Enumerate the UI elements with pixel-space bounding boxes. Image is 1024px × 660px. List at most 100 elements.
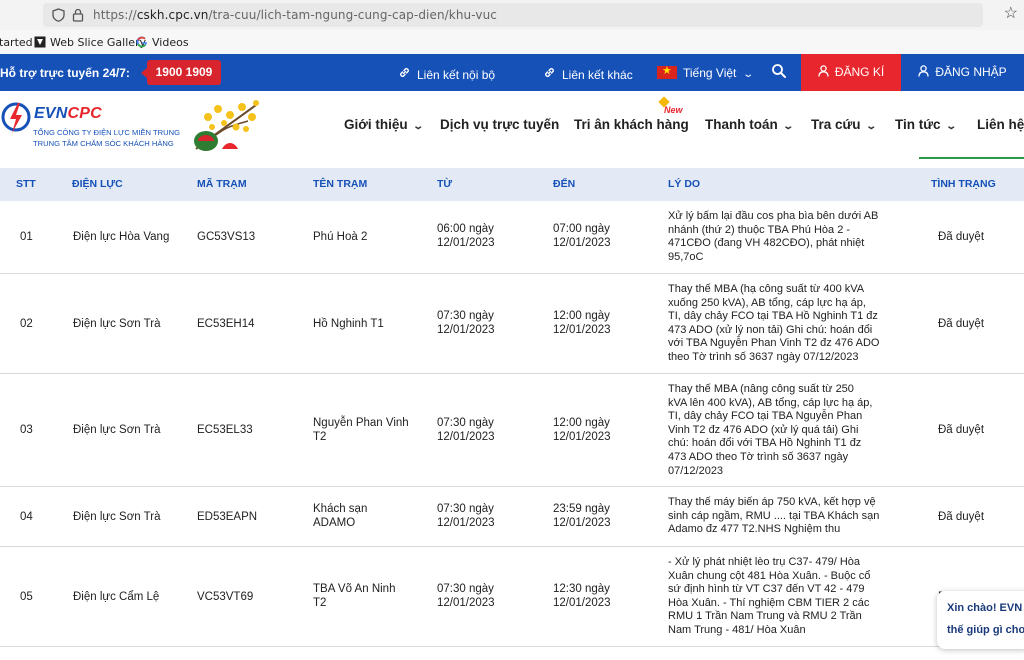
cell-den-time: 07:00 ngày [553, 223, 610, 235]
brand-subtitle-2: TRUNG TÂM CHĂM SÓC KHÁCH HÀNG [33, 139, 174, 148]
ly-do-line: - Xử lý phát nhiệt lèo trụ C37- 479/ Hòa [668, 556, 861, 568]
col-tinh-trang: TÌNH TRẠNG [931, 178, 996, 190]
evn-logo-icon[interactable] [0, 97, 32, 139]
ly-do-line: Adamo đz 477 T2.NHS Nghiệm thu [668, 523, 841, 536]
ly-do-line: RMU 1 Trần Nam Trung và RMU 2 Trần [668, 610, 862, 623]
cell-tu: 07:30 ngày 12/01/2023 [437, 310, 495, 337]
ly-do-line: theo Tờ trình số 3637 ngày 07/12/2023 [668, 350, 859, 363]
web-slice-icon [34, 36, 46, 48]
link-icon [543, 66, 556, 82]
google-icon [136, 36, 148, 48]
ly-do-line: Hòa Xuân. - Thí nghiệm CBM TIER 2 các [668, 596, 870, 609]
top-utility-bar: Hỗ trợ trực tuyến 24/7: 1900 1909 Liên k… [0, 54, 1024, 91]
ly-do-line: xuống 250 kVA), AB tổng, cáp lực hạ áp, [668, 296, 866, 309]
user-icon [818, 54, 829, 91]
cell-ten-tram: Nguyễn Phan Vinh T2 [313, 417, 409, 444]
cell-den-date: 12/01/2023 [553, 516, 611, 529]
cell-stt: 04 [20, 510, 33, 523]
table-row: 04 Điện lực Sơn Trà ED53EAPN Khách sạn AD… [0, 487, 1024, 547]
nav-gioi-thieu[interactable]: Giới thiệu ⌄ [344, 117, 424, 132]
cell-den-time: 12:30 ngày [553, 583, 610, 595]
bookmark-item[interactable]: Videos [136, 36, 189, 49]
col-ten-tram: TÊN TRẠM [313, 178, 368, 190]
cell-tu: 07:30 ngày 12/01/2023 [437, 503, 495, 530]
ly-do-line: 95,7oC [668, 250, 704, 263]
nav-tra-cuu[interactable]: Tra cứu ⌄ [811, 117, 877, 132]
cell-den: 12:00 ngày 12/01/2023 [553, 417, 611, 444]
cell-ma-tram: EC53EH14 [197, 317, 255, 330]
language-selector[interactable]: Tiếng Việt ⌄ [657, 64, 754, 80]
active-nav-underline [919, 157, 1024, 159]
cell-den-date: 12/01/2023 [553, 236, 611, 249]
chevron-down-icon: ⌄ [411, 121, 424, 132]
link-icon [398, 66, 411, 82]
chevron-down-icon: ⌄ [782, 121, 794, 132]
col-den: ĐẾN [553, 178, 576, 190]
hotline-label: Hỗ trợ trực tuyến 24/7: [0, 66, 130, 80]
bookmark-item[interactable]: tarted [0, 36, 33, 49]
nav-tri-an-khach-hang[interactable]: Tri ân khách hàng [574, 117, 689, 132]
vietnam-flag-icon [657, 64, 677, 79]
nav-tin-tuc[interactable]: Tin tức ⌄ [895, 117, 957, 132]
cell-dien-luc: Điện lực Sơn Trà [73, 317, 161, 330]
other-links-menu[interactable]: Liên kết khác [543, 66, 633, 82]
brand-name[interactable]: EVNCPC [34, 105, 102, 123]
col-dien-luc: ĐIỆN LỰC [72, 178, 123, 190]
nav-label: Liên hệ [977, 117, 1024, 132]
cell-den: 12:00 ngày 12/01/2023 [553, 310, 611, 337]
lock-icon[interactable] [71, 8, 85, 22]
chat-greeting-line-1: Xin chào! EVN [947, 602, 1023, 614]
site-header: EVNCPC TỔNG CÔNG TY ĐIỆN LỰC MIỀN TRUNG … [0, 91, 1024, 159]
url-host: cskh.cpc.vn [136, 8, 209, 22]
bookmark-label: Web Slice Gallery [50, 36, 147, 49]
nav-label: Thanh toán [705, 117, 778, 132]
ly-do-line: với TBA Nguyễn Phan Vinh T2 đz 476 ADO [668, 337, 880, 350]
col-tu: TỪ [437, 178, 453, 190]
url-path: /tra-cuu/lich-tam-ngung-cung-cap-dien/kh… [208, 8, 497, 22]
cell-tu-time: 07:30 ngày [437, 503, 494, 515]
nav-thanh-toan[interactable]: Thanh toán ⌄ [705, 117, 794, 132]
cell-tu-time: 07:30 ngày [437, 417, 494, 429]
login-button[interactable]: ĐĂNG NHẬP [901, 54, 1024, 91]
internal-links-menu[interactable]: Liên kết nội bộ [398, 66, 495, 82]
internal-links-label: Liên kết nội bộ [417, 68, 496, 82]
cell-tinh-trang: Đã duyệt [938, 424, 985, 436]
cell-ten-tram: Phú Hoà 2 [313, 231, 368, 243]
cell-den-date: 12/01/2023 [553, 430, 611, 443]
cell-dien-luc: Điện lực Sơn Trà [73, 510, 161, 523]
cell-tinh-trang: Đã duyệt [938, 510, 985, 523]
cell-tu-time: 07:30 ngày [437, 583, 494, 595]
hotline-number[interactable]: 1900 1909 [141, 60, 221, 85]
register-button[interactable]: ĐĂNG KÍ [801, 54, 901, 91]
nav-dich-vu-truc-tuyen[interactable]: Dịch vụ trực tuyến [440, 117, 559, 132]
shield-icon[interactable] [51, 8, 65, 22]
cell-tinh-trang: Đã duyệt [938, 317, 985, 330]
ly-do-line: Thay thế MBA (hạ công suất từ 400 kVA [668, 283, 865, 295]
cell-ma-tram: VC53VT69 [197, 590, 254, 603]
new-badge: New [664, 105, 683, 115]
ly-do-line: chú: hoán đổi với TBA Hồ Nghinh T1 đz [668, 437, 862, 450]
cell-den-time: 23:59 ngày [553, 503, 610, 515]
address-bar[interactable]: https://cskh.cpc.vn/tra-cuu/lich-tam-ngu… [43, 3, 983, 27]
chat-popup[interactable]: Xin chào! EVN thế giúp gì cho [937, 591, 1024, 649]
search-icon[interactable] [771, 63, 789, 81]
cell-tu-date: 12/01/2023 [437, 596, 495, 609]
cell-ly-do: Xử lý bấm lại đầu cos pha bìa bên dưới A… [668, 210, 878, 264]
nav-label: Tin tức [895, 117, 941, 132]
cell-ly-do: Thay thế MBA (nâng công suất từ 250 kVA … [668, 383, 872, 478]
ten-tram-line: ADAMO [313, 516, 356, 529]
bookmark-star-icon[interactable]: ☆ [1004, 3, 1018, 23]
bookmark-item[interactable]: Web Slice Gallery [34, 36, 146, 49]
url-prefix: https:// [93, 8, 137, 22]
nav-lien-he[interactable]: Liên hệ [977, 117, 1024, 132]
cell-den: 12:30 ngày 12/01/2023 [553, 583, 611, 610]
cell-tu-date: 12/01/2023 [437, 516, 495, 529]
ten-tram-line: TBA Võ An Ninh [313, 583, 396, 595]
url-text[interactable]: https://cskh.cpc.vn/tra-cuu/lich-tam-ngu… [93, 8, 497, 22]
nav-label: Tra cứu [811, 117, 861, 132]
ly-do-line: 07/12/2023 [668, 464, 724, 477]
table-row: 03 Điện lực Sơn Trà EC53EL33 Nguyễn Phan… [0, 374, 1024, 487]
ly-do-line: Thay thế máy biến áp 750 kVA, kết hợp vệ [668, 496, 876, 508]
ly-do-line: sinh cáp ngầm, RMU .... tại TBA Khách sạ… [668, 509, 880, 522]
brand-cpc: CPC [67, 105, 102, 122]
